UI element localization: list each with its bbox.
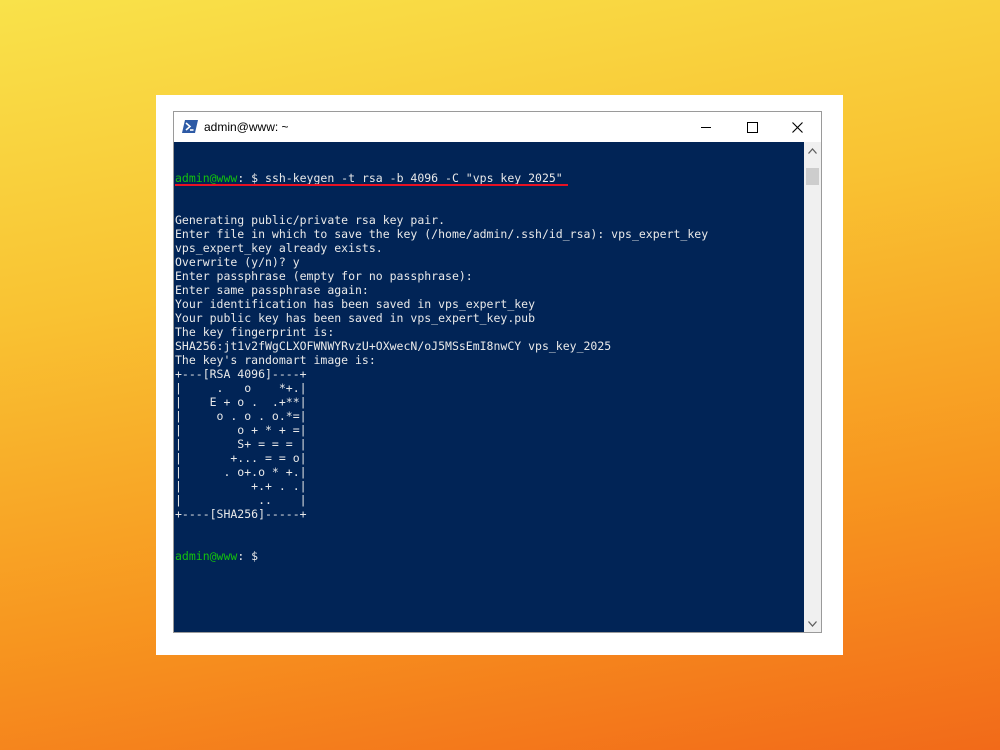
final-prompt-suffix: : $: [237, 549, 266, 563]
output-line: | S+ = = = |: [175, 437, 307, 451]
output-line: | o + * + =|: [175, 423, 307, 437]
output-line: | . o *+.|: [175, 381, 307, 395]
close-button[interactable]: [775, 112, 820, 142]
output-line: The key fingerprint is:: [175, 325, 335, 339]
scroll-down-button[interactable]: [804, 615, 821, 632]
powershell-icon: [182, 119, 198, 134]
chevron-up-icon: [808, 147, 817, 154]
output-line: | +... = = o|: [175, 451, 307, 465]
command-line: admin@www: $ ssh-keygen -t rsa -b 4096 -…: [175, 171, 708, 186]
command-underline: [175, 184, 568, 186]
output-line: Enter same passphrase again:: [175, 283, 369, 297]
minimize-icon: [700, 127, 711, 128]
output-line: Overwrite (y/n)? y: [175, 255, 300, 269]
output-line: Your identification has been saved in vp…: [175, 297, 536, 311]
output-line: SHA256:jt1v2fWgCLXOFWNWYRvzU+OXwecN/oJ5M…: [175, 339, 612, 353]
output-line: vps_expert_key already exists.: [175, 241, 383, 255]
output-line: | o . o . o.*=|: [175, 409, 307, 423]
output-line: Generating public/private rsa key pair.: [175, 213, 446, 227]
window-title: admin@www: ~: [204, 120, 289, 134]
output-lines: Generating public/private rsa key pair. E…: [175, 213, 708, 521]
output-line: +---[RSA 4096]----+: [175, 367, 307, 381]
chevron-down-icon: [808, 620, 817, 627]
title-bar[interactable]: admin@www: ~: [174, 112, 821, 142]
output-line: Your public key has been saved in vps_ex…: [175, 311, 536, 325]
output-line: | +.+ . .|: [175, 479, 307, 493]
output-line: | . o+.o * +.|: [175, 465, 307, 479]
prompt-user: admin@www: [175, 171, 238, 185]
prompt-suffix: : $: [237, 171, 266, 185]
close-icon: [792, 121, 803, 133]
maximize-button[interactable]: [730, 112, 775, 142]
output-line: Enter passphrase (empty for no passphras…: [175, 269, 473, 283]
final-prompt-line[interactable]: admin@www: $: [175, 549, 708, 563]
terminal-window: admin@www: ~ admin@www: $ ssh-keygen -t …: [173, 111, 822, 633]
output-line: | .. |: [175, 493, 307, 507]
output-line: +----[SHA256]-----+: [175, 507, 307, 521]
output-line: | E + o . .+**|: [175, 395, 307, 409]
console-area[interactable]: admin@www: $ ssh-keygen -t rsa -b 4096 -…: [174, 142, 804, 632]
output-line: Enter file in which to save the key (/ho…: [175, 227, 709, 241]
final-prompt-user: admin@www: [175, 549, 238, 563]
output-line: The key's randomart image is:: [175, 353, 376, 367]
terminal-output: admin@www: $ ssh-keygen -t rsa -b 4096 -…: [175, 143, 708, 591]
maximize-icon: [747, 121, 758, 133]
scroll-up-button[interactable]: [804, 142, 821, 159]
minimize-button[interactable]: [683, 112, 728, 142]
command-text: ssh-keygen -t rsa -b 4096 -C "vps_key_20…: [265, 171, 563, 185]
vertical-scrollbar[interactable]: [804, 142, 821, 632]
scrollbar-thumb[interactable]: [806, 168, 819, 185]
